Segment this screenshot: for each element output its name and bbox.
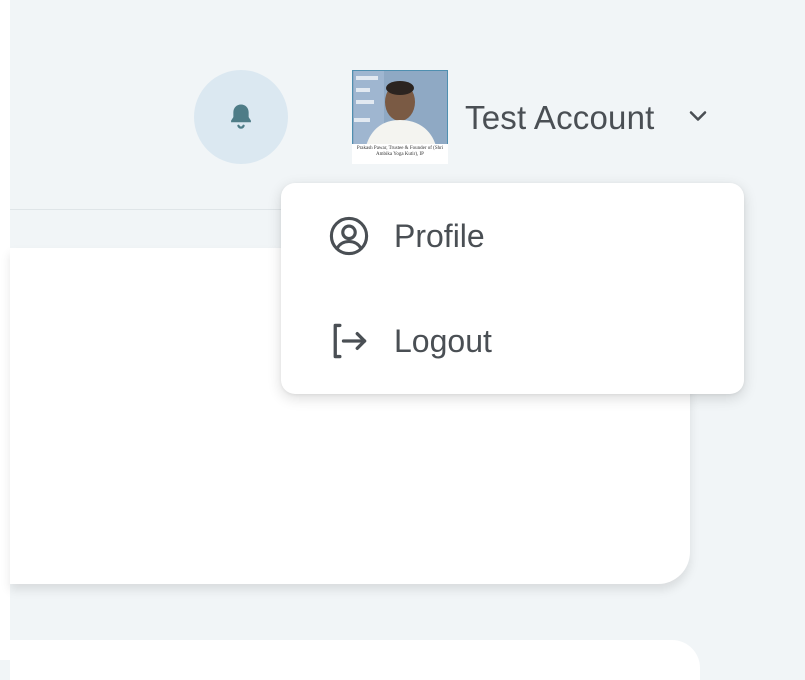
notifications-button[interactable] [194,70,288,164]
avatar[interactable]: Prakash Pawar, Trustee & Founder of (Shr… [352,70,448,164]
avatar-caption: Prakash Pawar, Trustee & Founder of (Shr… [352,144,448,164]
left-panel-edge [0,0,10,660]
avatar-photo [352,70,448,147]
user-circle-icon [329,216,369,256]
menu-item-profile[interactable]: Profile [281,186,744,286]
account-name[interactable]: Test Account [465,99,655,137]
bell-icon [231,104,251,129]
menu-item-logout[interactable]: Logout [281,291,744,391]
content-card-lower [10,640,700,680]
menu-item-label: Profile [394,217,485,254]
logout-icon [333,323,367,359]
account-dropdown-menu: Profile Logout [281,183,744,394]
header-band [10,210,310,248]
chevron-down-icon[interactable] [684,102,712,130]
menu-item-label: Logout [394,322,492,359]
